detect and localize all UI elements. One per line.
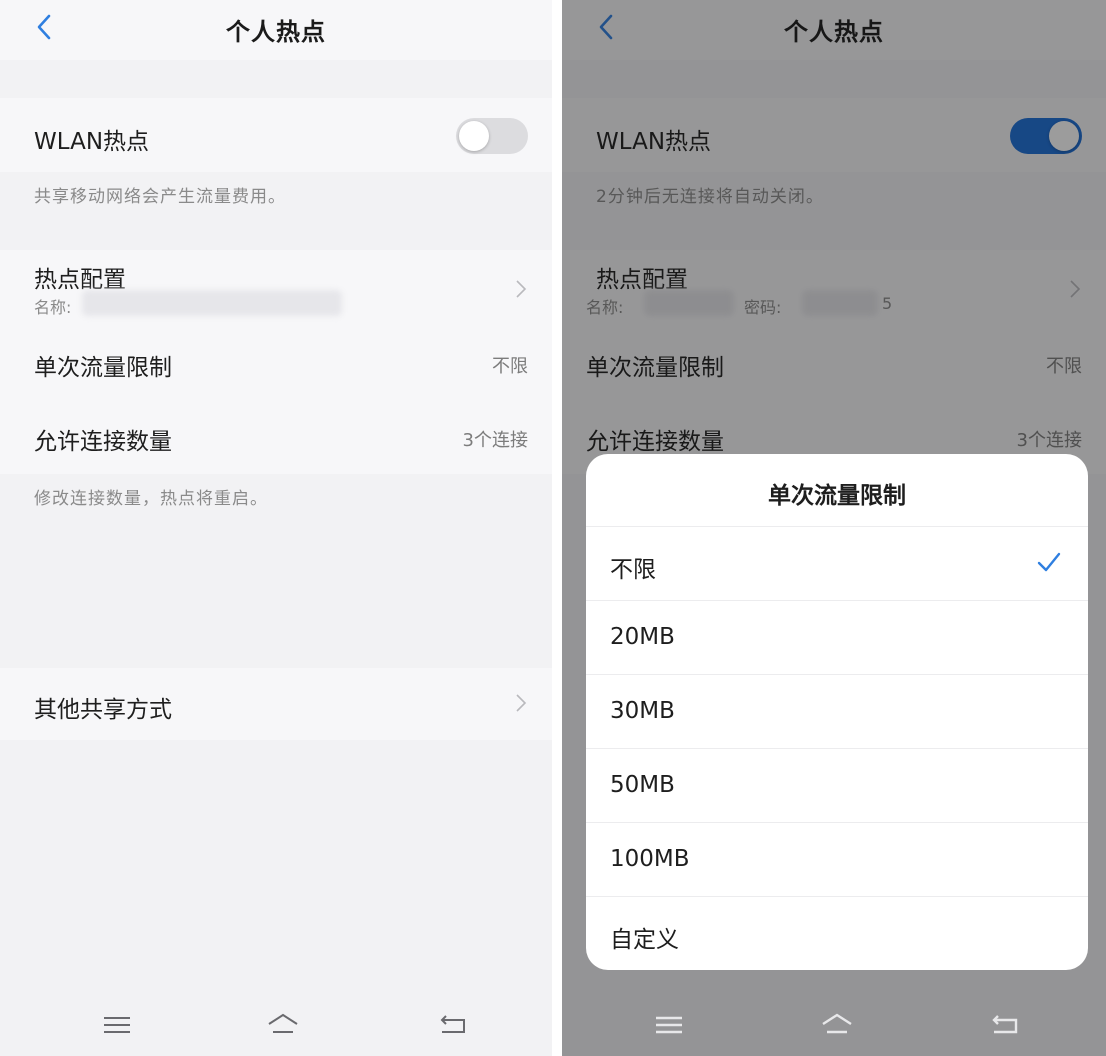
option-label: 100MB (610, 846, 690, 872)
option-20mb[interactable]: 20MB (586, 600, 1088, 674)
other-share-label: 其他共享方式 (34, 697, 172, 723)
option-label: 不限 (610, 557, 656, 583)
data-limit-value: 不限 (492, 356, 528, 377)
divider (552, 0, 562, 1056)
left-phone-screen: 个人热点 WLAN热点 共享移动网络会产生流量费用。 热点配置 名称: 单次流量… (0, 0, 552, 1056)
divider (586, 896, 1088, 897)
connections-value: 3个连接 (462, 430, 528, 451)
divider (586, 748, 1088, 749)
option-label: 30MB (610, 698, 675, 724)
menu-icon[interactable] (100, 1010, 134, 1040)
option-50mb[interactable]: 50MB (586, 748, 1088, 822)
connections-note: 修改连接数量，热点将重启。 (34, 489, 268, 509)
header: 个人热点 (0, 0, 552, 60)
wlan-hotspot-toggle[interactable] (456, 118, 528, 154)
chevron-right-icon[interactable] (514, 692, 528, 714)
option-100mb[interactable]: 100MB (586, 822, 1088, 896)
divider (586, 822, 1088, 823)
option-custom[interactable]: 自定义 (586, 896, 1088, 970)
option-label: 20MB (610, 624, 675, 650)
hotspot-config-name: 名称: (34, 298, 72, 317)
system-nav-bar (0, 996, 552, 1056)
page-title: 个人热点 (226, 18, 326, 46)
back-nav-icon[interactable] (436, 1010, 470, 1040)
wlan-hotspot-row[interactable]: WLAN热点 (0, 98, 552, 172)
screenshot-comparison: 个人热点 WLAN热点 共享移动网络会产生流量费用。 热点配置 名称: 单次流量… (0, 0, 1106, 1056)
right-phone-screen: 个人热点 WLAN热点 2分钟后无连接将自动关闭。 热点配置 名称: 密码: 5… (562, 0, 1106, 1056)
divider (586, 674, 1088, 675)
option-label: 50MB (610, 772, 675, 798)
toggle-knob (459, 121, 489, 151)
data-limit-dialog: 单次流量限制 不限 20MB 30MB 50MB 100MB 自定义 (586, 454, 1088, 970)
check-icon (1037, 552, 1061, 572)
option-label: 自定义 (610, 927, 679, 953)
connections-label[interactable]: 允许连接数量 (34, 422, 172, 456)
other-share-row[interactable]: 其他共享方式 (0, 668, 552, 740)
dialog-title: 单次流量限制 (768, 483, 906, 509)
option-unlimited[interactable]: 不限 (586, 526, 1088, 600)
system-nav-bar (562, 996, 1106, 1056)
home-icon[interactable] (820, 1010, 854, 1040)
chevron-right-icon[interactable] (514, 278, 528, 300)
settings-group: 热点配置 名称: 单次流量限制 不限 允许连接数量 3个连接 (0, 250, 552, 474)
divider (586, 600, 1088, 601)
option-30mb[interactable]: 30MB (586, 674, 1088, 748)
back-nav-icon[interactable] (988, 1010, 1022, 1040)
data-limit-label[interactable]: 单次流量限制 (34, 348, 172, 382)
redacted-credentials (82, 290, 342, 316)
wlan-hotspot-note: 共享移动网络会产生流量费用。 (34, 187, 286, 207)
wlan-hotspot-label: WLAN热点 (34, 129, 150, 155)
hotspot-config-label: 热点配置 (34, 267, 126, 293)
menu-icon[interactable] (652, 1010, 686, 1040)
home-icon[interactable] (266, 1010, 300, 1040)
divider (586, 526, 1088, 527)
